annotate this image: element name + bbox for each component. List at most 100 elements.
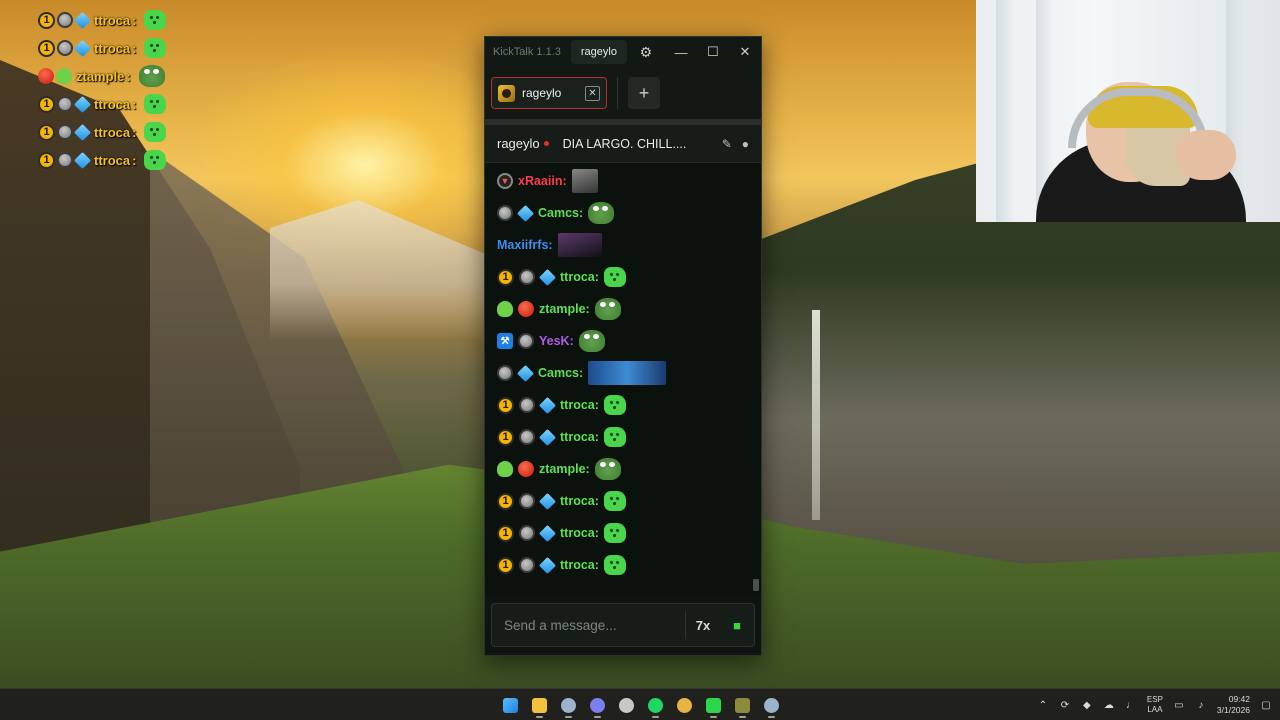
overlay-chat-row: 1 ttroca:: [38, 118, 167, 146]
chat-username[interactable]: ttroca:: [560, 270, 599, 284]
volume-icon[interactable]: ♪: [1195, 699, 1207, 711]
steam-2-glyph: [764, 697, 779, 713]
chat-message[interactable]: Maxiifrfs:: [485, 229, 761, 261]
chat-message[interactable]: 1 ttroca:: [485, 261, 761, 293]
file-explorer-icon[interactable]: [527, 693, 552, 718]
chat-message[interactable]: ztample:: [485, 293, 761, 325]
add-tab-button[interactable]: +: [628, 77, 660, 109]
tab-close-icon[interactable]: ✕: [585, 85, 600, 101]
one-badge-icon: 1: [497, 556, 514, 574]
overlay-chat: 1 ttroca:1 ttroca: ztample:1 ttroca:1 ttroca:…: [38, 6, 167, 174]
tab-rageylo[interactable]: rageylo ✕: [491, 77, 607, 109]
overlay-chat-row: 1 ttroca:: [38, 146, 167, 174]
title-bar[interactable]: KickTalk 1.1.3 rageylo ⚙ — ☐ ✕: [485, 37, 761, 67]
blob-emote[interactable]: [603, 555, 626, 575]
chat-username[interactable]: ztample:: [539, 462, 590, 476]
spotify-icon[interactable]: [643, 693, 668, 718]
kick-emotes-icon[interactable]: ■: [720, 603, 754, 647]
chat-username[interactable]: ttroca:: [560, 430, 599, 444]
blob-emote[interactable]: [603, 523, 626, 543]
steam-icon[interactable]: [556, 693, 581, 718]
alien-badge-icon: [56, 68, 72, 84]
gray-circle-badge-icon: [497, 365, 513, 381]
user-icon[interactable]: ●: [742, 137, 749, 151]
chat-message[interactable]: 1 ttroca:: [485, 389, 761, 421]
chat-message[interactable]: ⚒ YesK:: [485, 325, 761, 357]
channel-header-icons: ✎ ●: [722, 137, 749, 151]
mic-icon[interactable]: ♩: [1125, 699, 1137, 711]
chat-username[interactable]: ztample:: [539, 302, 590, 316]
pin-icon[interactable]: ✎: [722, 137, 732, 151]
minecraft-icon[interactable]: [730, 693, 755, 718]
overlay-username: ttroca: [94, 152, 131, 168]
channel-name[interactable]: rageylo: [497, 136, 540, 151]
gray-circle-badge-icon: [57, 96, 73, 112]
chat-username[interactable]: Camcs:: [538, 366, 583, 380]
kick-icon[interactable]: [701, 693, 726, 718]
close-icon[interactable]: ✕: [729, 37, 761, 67]
message-input[interactable]: [492, 604, 685, 646]
blob-emote[interactable]: [603, 491, 626, 511]
message-input-bar: 7x ■: [485, 595, 761, 655]
one-badge-icon: 1: [38, 11, 55, 29]
clock-time: 09:42: [1228, 694, 1250, 704]
wide-emote[interactable]: [588, 361, 667, 385]
running-indicator: [652, 716, 659, 718]
chat-username[interactable]: YesK:: [539, 334, 574, 348]
overlay-chat-row: 1 ttroca:: [38, 34, 167, 62]
clock[interactable]: 09:42 3/1/2026: [1217, 694, 1250, 716]
chat-username[interactable]: ttroca:: [560, 494, 599, 508]
maximize-icon[interactable]: ☐: [697, 37, 729, 67]
display-icon[interactable]: ▭: [1173, 699, 1185, 711]
channel-header: rageylo DIA LARGO. CHILL.... ✎ ●: [485, 125, 761, 163]
chat-message[interactable]: Camcs:: [485, 357, 761, 389]
chat-message[interactable]: 1 ttroca:: [485, 485, 761, 517]
notification-icon[interactable]: ▢: [1260, 699, 1272, 711]
sync-icon[interactable]: ⟳: [1059, 699, 1071, 711]
chat-username[interactable]: Camcs:: [538, 206, 583, 220]
start-icon[interactable]: [498, 693, 523, 717]
obs-icon[interactable]: [614, 693, 639, 717]
chat-messages[interactable]: ▼ xRaaiin: Camcs: Maxiifrfs: 1 ttroca: ztample…: [485, 163, 761, 595]
chat-message[interactable]: ztample:: [485, 453, 761, 485]
chat-username[interactable]: ttroca:: [560, 558, 599, 572]
blob-emote[interactable]: [603, 267, 626, 287]
title-user-button[interactable]: rageylo: [570, 40, 627, 64]
hammer-badge-icon: ⚒: [497, 333, 513, 349]
pepe-emote[interactable]: [578, 330, 605, 352]
blob-emote: [144, 38, 167, 58]
chat-username[interactable]: xRaaiin:: [518, 174, 567, 188]
gray-circle-badge-icon: [57, 12, 73, 28]
chevron-up-icon[interactable]: ⌃: [1037, 699, 1049, 711]
chat-message[interactable]: 1 ttroca:: [485, 421, 761, 453]
window-controls: — ☐ ✕: [665, 37, 761, 67]
pepe-emote[interactable]: [594, 298, 621, 320]
chat-username[interactable]: Maxiifrfs:: [497, 238, 553, 252]
language-indicator[interactable]: ESP LAA: [1147, 695, 1163, 715]
gray-circle-badge-icon: [519, 269, 535, 285]
chat-message[interactable]: ▼ xRaaiin:: [485, 165, 761, 197]
cloud-icon[interactable]: ☁: [1103, 699, 1115, 711]
img-emote[interactable]: [571, 169, 598, 193]
steam-2-icon[interactable]: [759, 693, 784, 718]
scrollbar[interactable]: [753, 579, 759, 591]
kicktalk-emotes-icon[interactable]: 7x: [686, 603, 720, 647]
minimize-icon[interactable]: —: [665, 37, 697, 67]
dark-emote[interactable]: [557, 233, 602, 257]
pepe-emote[interactable]: [588, 202, 615, 224]
snowy-peak: [270, 200, 490, 340]
settings-icon[interactable]: ⚙: [633, 39, 659, 65]
chrome-icon[interactable]: [672, 693, 697, 717]
tab-label: rageylo: [522, 86, 562, 100]
blob-emote[interactable]: [603, 395, 626, 415]
shield-icon[interactable]: ◆: [1081, 699, 1093, 711]
chat-username[interactable]: ttroca:: [560, 526, 599, 540]
discord-icon[interactable]: [585, 693, 610, 718]
blob-emote[interactable]: [603, 427, 626, 447]
chat-username[interactable]: ttroca:: [560, 398, 599, 412]
pepe-emote[interactable]: [594, 458, 621, 480]
gray-circle-badge-icon: [57, 152, 73, 168]
chat-message[interactable]: 1 ttroca:: [485, 517, 761, 549]
chat-message[interactable]: Camcs:: [485, 197, 761, 229]
chat-message[interactable]: 1 ttroca:: [485, 549, 761, 581]
